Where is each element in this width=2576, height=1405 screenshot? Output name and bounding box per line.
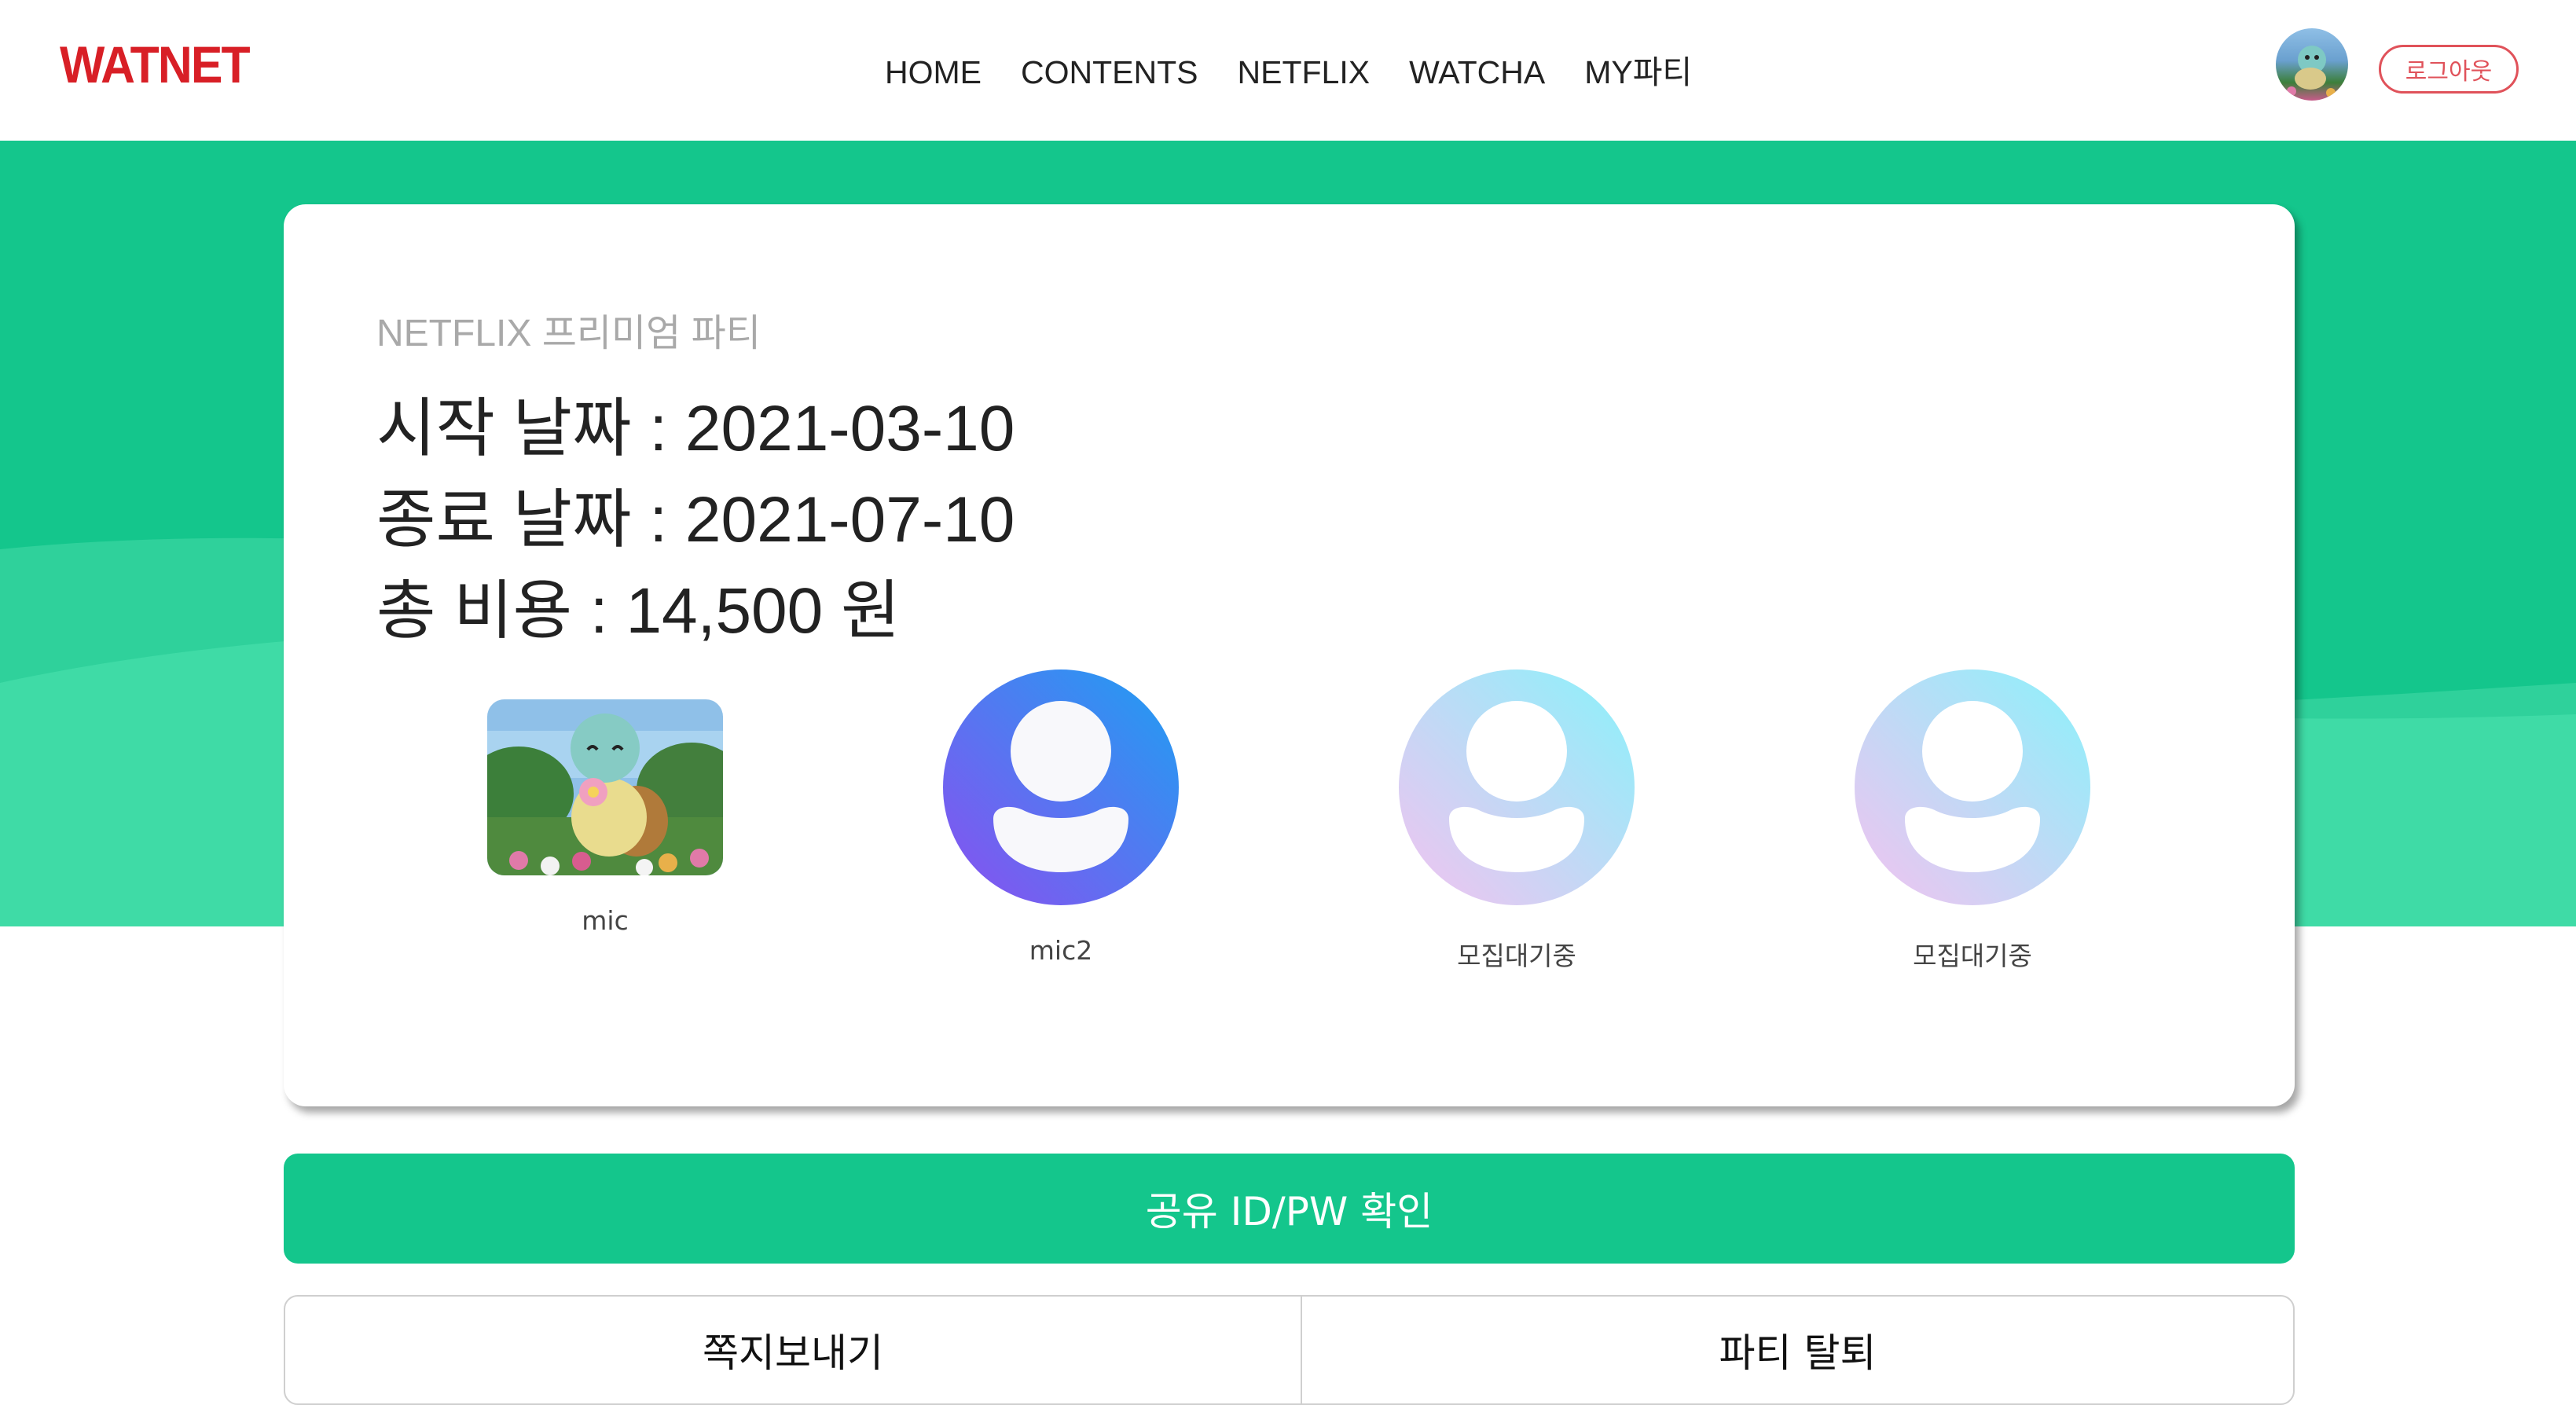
member-name: 모집대기중 xyxy=(1457,941,1576,971)
member-avatar xyxy=(943,669,1179,905)
send-message-button[interactable]: 쪽지보내기 xyxy=(285,1297,1302,1403)
end-date: 종료 날짜 : 2021-07-10 xyxy=(376,484,1015,556)
logo[interactable]: WATNET xyxy=(60,35,251,94)
action-row: 쪽지보내기 파티 탈퇴 xyxy=(284,1295,2295,1405)
member-name: 모집대기중 xyxy=(1913,941,2032,971)
member-avatar xyxy=(1855,669,2090,905)
empty-slot-icon xyxy=(1399,669,1635,905)
share-credentials-button[interactable]: 공유 ID/PW 확인 xyxy=(284,1154,2295,1264)
member-avatar xyxy=(1399,669,1635,905)
logout-button[interactable]: 로그아웃 xyxy=(2379,45,2519,94)
start-date: 시작 날짜 : 2021-03-10 xyxy=(376,393,1015,464)
nav-netflix[interactable]: NETFLIX xyxy=(1238,47,1371,97)
nav-home[interactable]: HOME xyxy=(885,47,982,97)
total-cost: 총 비용 : 14,500 원 xyxy=(376,575,901,647)
user-icon xyxy=(943,669,1179,905)
nav-contents[interactable]: CONTENTS xyxy=(1021,47,1198,97)
member-avatar xyxy=(487,699,723,875)
nav-my-party[interactable]: MY파티 xyxy=(1584,47,1692,97)
main-nav: HOME CONTENTS NETFLIX WATCHA MY파티 xyxy=(885,47,1692,97)
nav-watcha[interactable]: WATCHA xyxy=(1409,47,1545,97)
leave-party-button[interactable]: 파티 탈퇴 xyxy=(1302,1297,2293,1403)
party-subtitle: NETFLIX 프리미엄 파티 xyxy=(376,313,761,354)
top-header: WATNET HOME CONTENTS NETFLIX WATCHA MY파티… xyxy=(0,0,2576,141)
member-name: mic xyxy=(582,905,629,936)
member-name: mic2 xyxy=(1029,935,1093,966)
user-avatar[interactable] xyxy=(2276,28,2348,101)
squirtle-photo xyxy=(487,699,723,875)
empty-slot-icon xyxy=(1855,669,2090,905)
party-card: NETFLIX 프리미엄 파티 시작 날짜 : 2021-03-10 종료 날짜… xyxy=(284,204,2295,1106)
